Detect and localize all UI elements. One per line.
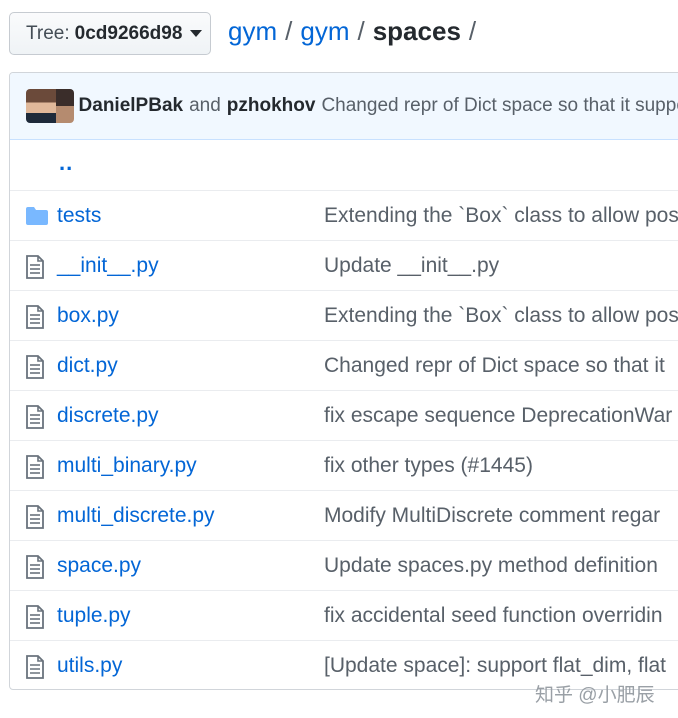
- avatar[interactable]: [56, 89, 74, 123]
- breadcrumb-separator: /: [285, 16, 293, 46]
- file-name-link[interactable]: multi_discrete.py: [57, 504, 215, 528]
- file-icon: [25, 655, 45, 685]
- author-avatars[interactable]: [26, 89, 74, 123]
- file-icon: [25, 255, 45, 285]
- file-row[interactable]: tests Extending the `Box` class to allow …: [10, 190, 678, 240]
- file-row[interactable]: dict.py Changed repr of Dict space so tha…: [10, 340, 678, 390]
- commit-and-text: and: [189, 95, 221, 116]
- commit-message-link[interactable]: [Update space]: support flat_dim, flat: [324, 654, 666, 678]
- file-row[interactable]: __init__.py Update __init__.py: [10, 240, 678, 290]
- folder-icon: [25, 206, 49, 232]
- file-name-link[interactable]: box.py: [57, 304, 119, 328]
- file-icon: [25, 455, 45, 485]
- parent-directory-link[interactable]: ..: [59, 150, 73, 176]
- file-name-link[interactable]: space.py: [57, 554, 141, 578]
- file-row[interactable]: box.py Extending the `Box` class to allow…: [10, 290, 678, 340]
- file-name-link[interactable]: tuple.py: [57, 604, 131, 628]
- file-browser: DanielPBak and pzhokhov Changed repr of …: [9, 72, 678, 690]
- watermark: 知乎 @小肥辰: [535, 685, 655, 706]
- commit-message-link[interactable]: Update __init__.py: [324, 254, 499, 278]
- commit-message-link[interactable]: Extending the `Box` class to allow pos: [324, 204, 678, 228]
- file-row[interactable]: space.py Update spaces.py method definiti…: [10, 540, 678, 590]
- breadcrumb-repo-link[interactable]: gym: [228, 16, 277, 47]
- breadcrumb-separator: /: [357, 16, 365, 46]
- file-name-link[interactable]: multi_binary.py: [57, 454, 197, 478]
- parent-directory-row[interactable]: ..: [10, 140, 678, 190]
- breadcrumb-separator: /: [468, 16, 477, 46]
- file-icon: [25, 305, 45, 335]
- commit-message-link[interactable]: fix other types (#1445): [324, 454, 533, 478]
- commit-message-link[interactable]: Update spaces.py method definition: [324, 554, 658, 578]
- tree-ref: 0cd9266d98: [74, 22, 183, 44]
- file-row[interactable]: discrete.py fix escape sequence Deprecati…: [10, 390, 678, 440]
- breadcrumb-folder-link[interactable]: gym: [300, 16, 349, 47]
- file-icon: [25, 505, 45, 535]
- commit-message-link[interactable]: fix escape sequence DeprecationWar: [324, 404, 672, 428]
- commit-message-link[interactable]: Modify MultiDiscrete comment regar: [324, 504, 660, 528]
- file-row[interactable]: tuple.py fix accidental seed function ove…: [10, 590, 678, 640]
- caret-down-icon: [190, 30, 203, 37]
- file-name-link[interactable]: utils.py: [57, 654, 122, 678]
- breadcrumb-current: spaces: [372, 16, 461, 46]
- file-icon: [25, 405, 45, 435]
- file-name-link[interactable]: dict.py: [57, 354, 118, 378]
- file-row[interactable]: multi_binary.py fix other types (#1445): [10, 440, 678, 490]
- commit-message-link[interactable]: Changed repr of Dict space so that it: [324, 354, 665, 378]
- latest-commit-bar: DanielPBak and pzhokhov Changed repr of …: [10, 73, 678, 140]
- tree-label: Tree:: [26, 22, 70, 44]
- branch-tree-selector[interactable]: Tree: 0cd9266d98: [9, 12, 211, 55]
- file-name-link[interactable]: __init__.py: [57, 254, 159, 278]
- file-row[interactable]: multi_discrete.py Modify MultiDiscrete co…: [10, 490, 678, 540]
- avatar[interactable]: [26, 89, 60, 123]
- file-icon: [25, 555, 45, 585]
- file-name-link[interactable]: discrete.py: [57, 404, 159, 428]
- commit-author-link[interactable]: DanielPBak: [79, 95, 184, 117]
- commit-author-link[interactable]: pzhokhov: [227, 95, 316, 117]
- file-icon: [25, 355, 45, 385]
- breadcrumb: gym / gym / spaces /: [228, 16, 484, 47]
- commit-message-link[interactable]: Changed repr of Dict space so that it su…: [321, 95, 678, 117]
- commit-message-link[interactable]: fix accidental seed function overridin: [324, 604, 663, 628]
- folder-name-link[interactable]: tests: [57, 204, 101, 228]
- commit-message-link[interactable]: Extending the `Box` class to allow pos: [324, 304, 678, 328]
- file-icon: [25, 605, 45, 635]
- top-bar: Tree: 0cd9266d98 gym / gym / spaces /: [0, 0, 678, 70]
